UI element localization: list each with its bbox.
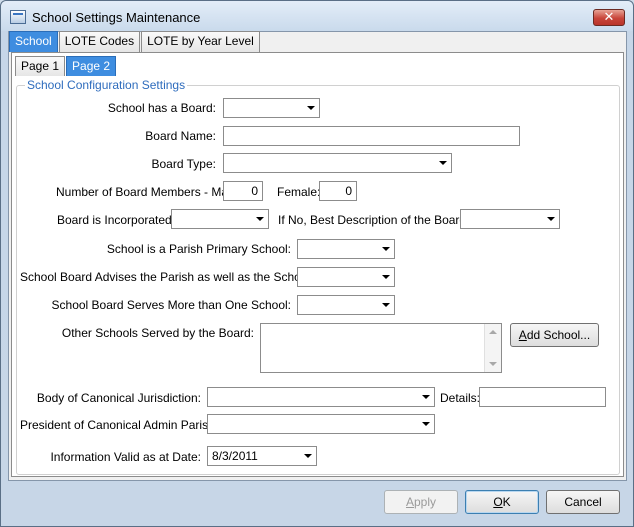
tab-lote-by-year-level[interactable]: LOTE by Year Level <box>141 31 260 52</box>
board-incorporated-label: Board is Incorporated: <box>57 213 176 227</box>
chevron-down-icon <box>377 240 394 258</box>
chevron-down-icon <box>251 210 268 228</box>
tab-page-2[interactable]: Page 2 <box>66 56 117 76</box>
board-type-label: Board Type: <box>151 157 217 171</box>
board-name-input[interactable] <box>223 126 520 146</box>
board-type-select[interactable] <box>223 153 452 173</box>
title-bar[interactable]: School Settings Maintenance ✕ <box>1 1 633 31</box>
chevron-down-icon <box>302 99 319 117</box>
main-tabs: School LOTE Codes LOTE by Year Level <box>9 31 261 52</box>
canonical-body-select[interactable] <box>207 387 435 407</box>
chevron-down-icon <box>377 296 394 314</box>
board-name-label: Board Name: <box>145 129 216 143</box>
chevron-down-icon <box>542 210 559 228</box>
board-members-male-input[interactable]: 0 <box>223 181 263 201</box>
details-label: Details: <box>440 391 481 405</box>
cancel-button[interactable]: Cancel <box>546 490 620 514</box>
chevron-down-icon <box>299 447 316 465</box>
advises-parish-select[interactable] <box>297 267 395 287</box>
add-school-button[interactable]: Add School... <box>510 323 599 347</box>
scroll-down-icon[interactable] <box>489 362 497 366</box>
board-description-select[interactable] <box>460 209 560 229</box>
chevron-down-icon <box>434 154 451 172</box>
app-window-icon <box>10 10 26 24</box>
details-input[interactable] <box>479 387 606 407</box>
other-schools-scrollbar[interactable] <box>484 324 501 372</box>
tab-lote-codes[interactable]: LOTE Codes <box>58 31 141 52</box>
school-has-board-label: School has a Board: <box>107 101 216 115</box>
close-icon: ✕ <box>603 9 615 24</box>
board-members-female-input[interactable]: 0 <box>319 181 357 201</box>
president-parish-select[interactable] <box>207 414 435 434</box>
valid-date-picker[interactable]: 8/3/2011 <box>207 446 317 466</box>
serves-more-select[interactable] <box>297 295 395 315</box>
apply-button[interactable]: Apply <box>384 490 458 514</box>
president-parish-label: President of Canonical Admin Parish: <box>20 418 219 432</box>
tab-page-1[interactable]: Page 1 <box>15 56 66 76</box>
board-members-female-label: Female: <box>277 185 321 199</box>
other-schools-list[interactable] <box>260 323 502 373</box>
group-title: School Configuration Settings <box>25 78 188 92</box>
ok-button[interactable]: OK <box>465 490 539 514</box>
parish-primary-label: School is a Parish Primary School: <box>106 242 291 256</box>
scroll-up-icon[interactable] <box>489 330 497 334</box>
advises-parish-label: School Board Advises the Parish as well … <box>20 270 314 284</box>
chevron-down-icon <box>417 415 434 433</box>
chevron-down-icon <box>377 268 394 286</box>
serves-more-label: School Board Serves More than One School… <box>51 298 291 312</box>
other-schools-label: Other Schools Served by the Board: <box>61 326 254 340</box>
close-button[interactable]: ✕ <box>593 9 625 26</box>
window-title: School Settings Maintenance <box>32 10 201 25</box>
canonical-body-label: Body of Canonical Jurisdiction: <box>36 391 201 405</box>
board-incorporated-select[interactable] <box>171 209 269 229</box>
school-has-board-select[interactable] <box>223 98 320 118</box>
tab-school[interactable]: School <box>9 31 58 52</box>
page-tabs: Page 1 Page 2 <box>15 56 117 76</box>
chevron-down-icon <box>417 388 434 406</box>
board-description-label: If No, Best Description of the Board: <box>278 213 470 227</box>
parish-primary-select[interactable] <box>297 239 395 259</box>
valid-date-label: Information Valid as at Date: <box>50 450 201 464</box>
board-members-male-label: Number of Board Members - Male: <box>56 185 241 199</box>
